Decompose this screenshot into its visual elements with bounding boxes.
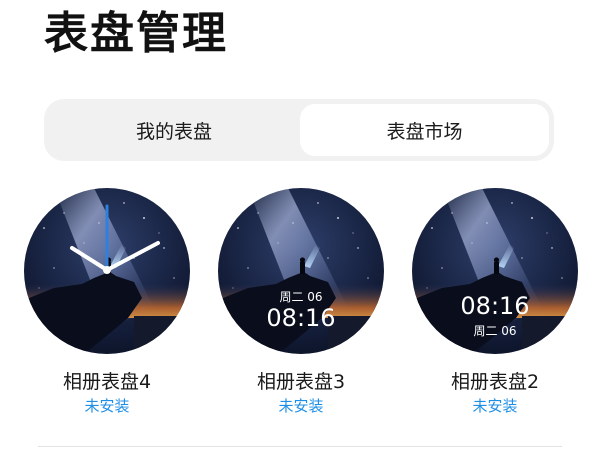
watch-face-card[interactable]: 08:16 周二 06 相册表盘2 未安装	[410, 188, 580, 416]
face-name: 相册表盘4	[62, 371, 152, 393]
face-name: 相册表盘3	[256, 371, 346, 393]
watch-face-card[interactable]: 周二 06 08:16 相册表盘3 未安装	[216, 188, 386, 416]
page-title: 表盘管理	[44, 8, 228, 59]
face-install-status[interactable]: 未安装	[278, 396, 323, 416]
face-date: 周二 06	[473, 324, 516, 338]
face-time: 08:16	[460, 292, 529, 320]
face-date: 周二 06	[279, 290, 322, 304]
watch-face-preview[interactable]: 08:16 周二 06	[412, 188, 578, 354]
watch-face-preview[interactable]	[24, 188, 190, 354]
tab-face-market[interactable]: 表盘市场	[300, 104, 549, 156]
tab-bar: 我的表盘 表盘市场	[44, 99, 554, 161]
face-name: 相册表盘2	[450, 371, 540, 393]
hand-pivot	[103, 266, 111, 274]
face-install-status[interactable]: 未安装	[472, 396, 517, 416]
watch-face-preview[interactable]: 周二 06 08:16	[218, 188, 384, 354]
face-time: 08:16	[266, 304, 335, 332]
divider	[38, 446, 562, 447]
watch-face-card[interactable]: 相册表盘4 未安装	[22, 188, 192, 416]
face-install-status[interactable]: 未安装	[84, 396, 129, 416]
tab-my-faces[interactable]: 我的表盘	[50, 104, 298, 156]
